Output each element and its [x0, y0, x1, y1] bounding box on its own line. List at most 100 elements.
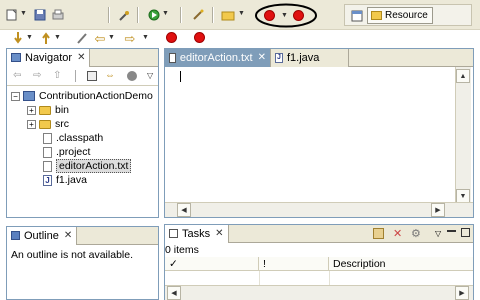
text-cursor [180, 71, 181, 82]
collapse-all-icon[interactable] [87, 71, 97, 81]
red-action-button[interactable] [293, 10, 304, 21]
back-arrow-icon[interactable]: ⇦ [92, 30, 108, 46]
toolbar-separator [108, 7, 110, 23]
red-action-button[interactable] [194, 32, 205, 43]
perspective-switcher: Resource [344, 4, 472, 26]
tasks-title-bar: Tasks ✕ ✕ ⚙ ▽ [165, 224, 473, 243]
new-icon[interactable] [4, 7, 20, 23]
project-icon [23, 91, 35, 101]
tree-item-f1-java[interactable]: J f1.java [43, 173, 87, 187]
tree-item-label: bin [55, 104, 70, 116]
chevron-down-icon[interactable]: ▼ [26, 34, 33, 41]
delete-icon[interactable]: ✕ [393, 227, 402, 240]
tree-item-label: ContributionActionDemo [39, 90, 153, 102]
chevron-down-icon[interactable]: ▼ [281, 12, 288, 19]
editor-tab-bar: editorAction.txt ✕ J f1.java [165, 48, 473, 67]
save-icon[interactable] [32, 7, 48, 23]
expand-toggle-icon[interactable]: + [27, 119, 36, 129]
tab-f1-java[interactable]: J f1.java [271, 48, 349, 67]
collapse-toggle-icon[interactable]: − [11, 91, 20, 101]
minimize-icon[interactable] [447, 229, 456, 232]
scroll-right-arrow-icon[interactable]: ▶ [431, 203, 445, 217]
column-header-completed[interactable]: ✓ [165, 257, 259, 271]
close-icon[interactable]: ✕ [258, 52, 266, 63]
close-icon[interactable]: ✕ [215, 228, 223, 239]
new-task-icon[interactable] [373, 228, 384, 239]
tab-navigator[interactable]: Navigator ✕ [7, 48, 91, 67]
java-file-icon: J [43, 174, 52, 186]
chevron-down-icon[interactable]: ▽ [435, 229, 441, 238]
tab-outline[interactable]: Outline ✕ [7, 226, 78, 245]
column-header-priority[interactable]: ! [259, 257, 329, 271]
chevron-down-icon[interactable]: ▼ [142, 34, 149, 41]
tasks-horizontal-scrollbar[interactable]: ◀ ▶ [165, 285, 473, 300]
chevron-down-icon[interactable]: ▽ [147, 71, 153, 80]
red-action-button[interactable] [264, 10, 275, 21]
maximize-icon[interactable] [461, 228, 470, 237]
tasks-table: ✓ ! Description ◀ ▶ [165, 257, 473, 300]
menu-icon[interactable] [127, 71, 137, 81]
scroll-right-arrow-icon[interactable]: ▶ [455, 286, 469, 300]
forward-arrow-icon[interactable]: ⇨ [122, 30, 138, 46]
editor-horizontal-scrollbar[interactable]: ◀ ▶ [165, 202, 473, 217]
tasks-icon [169, 229, 178, 238]
tab-tasks[interactable]: Tasks ✕ [165, 224, 229, 243]
open-folder-icon[interactable] [220, 7, 236, 23]
tree-item-project[interactable]: − ContributionActionDemo [11, 89, 153, 103]
text-file-icon [169, 52, 176, 63]
scroll-left-arrow-icon[interactable]: ◀ [167, 286, 181, 300]
chevron-down-icon[interactable]: ▼ [108, 34, 115, 41]
scroll-left-arrow-icon[interactable]: ◀ [177, 203, 191, 217]
link-editor-icon[interactable]: ⇔ [105, 70, 115, 81]
text-editor[interactable] [173, 69, 455, 203]
toolbar-separator [212, 7, 214, 23]
print-icon[interactable] [50, 7, 66, 23]
navigator-title: Navigator [25, 51, 73, 64]
chevron-down-icon[interactable]: ▼ [238, 10, 245, 17]
tree-item-bin[interactable]: + bin [27, 103, 69, 117]
debug-icon[interactable] [116, 7, 132, 23]
next-annotation-icon[interactable] [10, 30, 26, 46]
tree-item-project-file[interactable]: .project [43, 145, 90, 159]
tree-item-src[interactable]: + src [27, 117, 69, 131]
resource-label: Resource [385, 10, 428, 21]
file-icon [43, 160, 52, 172]
scroll-up-arrow-icon[interactable]: ▲ [456, 69, 470, 83]
chevron-down-icon[interactable]: ▼ [20, 10, 27, 17]
resource-perspective-button[interactable]: Resource [367, 7, 433, 24]
column-header-description[interactable]: Description [329, 257, 473, 271]
close-icon[interactable]: ✕ [64, 230, 72, 241]
close-icon[interactable]: ✕ [77, 52, 85, 63]
prev-annotation-icon[interactable] [38, 30, 54, 46]
navigator-toolbar: ⇦ ⇨ ⇧ ⇔ ▽ [11, 70, 156, 84]
outline-message: An outline is not available. [11, 249, 133, 261]
scroll-down-arrow-icon[interactable]: ▼ [456, 189, 470, 203]
filter-icon[interactable]: ⚙ [411, 227, 421, 240]
forward-arrow-icon[interactable]: ⇨ [33, 70, 41, 81]
editor-area: editorAction.txt ✕ J f1.java ▲ ▼ ◀ ▶ [164, 48, 474, 218]
editor-vertical-scrollbar[interactable]: ▲ ▼ [455, 67, 471, 203]
tree-item-label: editorAction.txt [56, 159, 132, 173]
chevron-down-icon[interactable]: ▼ [54, 34, 61, 41]
tab-editoraction[interactable]: editorAction.txt ✕ [165, 48, 271, 67]
chevron-down-icon[interactable]: ▼ [162, 10, 169, 17]
tasks-view: Tasks ✕ ✕ ⚙ ▽ 0 items ✓ ! Description ◀ … [164, 224, 474, 300]
outline-icon [11, 231, 20, 240]
back-arrow-icon[interactable]: ⇦ [13, 70, 21, 81]
outline-view: Outline ✕ An outline is not available. [6, 226, 159, 300]
toolbar-separator [180, 7, 182, 23]
navigator-icon [11, 53, 21, 62]
run-icon[interactable] [146, 7, 162, 23]
up-arrow-icon[interactable]: ⇧ [53, 70, 61, 81]
expand-toggle-icon[interactable]: + [27, 105, 36, 115]
main-toolbar: ▼ ▼ ▼ ▼ Resource [0, 0, 480, 30]
wand-icon[interactable] [190, 7, 206, 23]
tree-item-classpath[interactable]: .classpath [43, 131, 103, 145]
red-action-button[interactable] [166, 32, 177, 43]
tree-item-label: .project [56, 146, 91, 158]
tree-item-editoraction[interactable]: editorAction.txt [43, 159, 132, 173]
last-edit-icon[interactable] [74, 30, 90, 46]
navigator-title-bar: Navigator ✕ [7, 48, 158, 67]
tree-item-label: .classpath [56, 132, 104, 144]
open-perspective-icon[interactable] [349, 8, 365, 24]
